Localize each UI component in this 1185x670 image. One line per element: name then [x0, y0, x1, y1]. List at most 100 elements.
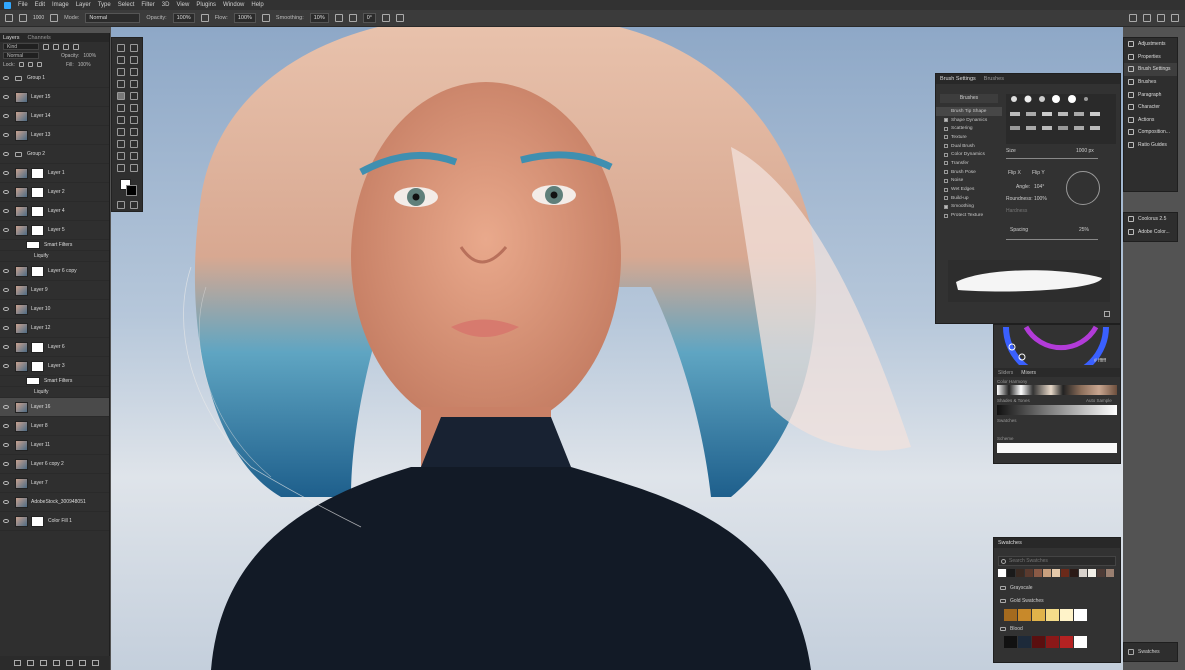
color-harmony-strip[interactable]: [997, 385, 1117, 395]
size-slider[interactable]: [1006, 158, 1098, 159]
eraser-tool-icon[interactable]: [130, 104, 138, 112]
visibility-eye-icon[interactable]: [3, 171, 9, 175]
layer-row[interactable]: Layer 15: [0, 88, 109, 107]
filter-type-icon[interactable]: [63, 43, 69, 50]
history-brush-tool-icon[interactable]: [117, 104, 125, 112]
layer-row[interactable]: Layer 14: [0, 107, 109, 126]
layer-row[interactable]: Layer 6 copy 2: [0, 455, 109, 474]
hex-value[interactable]: # ffffff: [1094, 358, 1106, 364]
search-icon[interactable]: [1143, 14, 1151, 22]
brush-setting-option[interactable]: Transfer: [936, 159, 1002, 168]
adjustment-layer-icon[interactable]: [53, 660, 60, 666]
lasso-tool-icon[interactable]: [117, 56, 125, 64]
checkbox[interactable]: [944, 204, 948, 209]
visibility-eye-icon[interactable]: [3, 424, 9, 428]
zoom-tool-icon[interactable]: [117, 164, 125, 172]
stamp-tool-icon[interactable]: [130, 92, 138, 100]
checkbox[interactable]: [944, 144, 948, 149]
checkbox[interactable]: [944, 161, 948, 166]
size-value[interactable]: 1000 px: [1076, 148, 1094, 154]
brush-setting-option[interactable]: Protect Texture: [936, 211, 1002, 220]
color-swatch[interactable]: [1079, 569, 1087, 577]
visibility-eye-icon[interactable]: [3, 405, 9, 409]
shape-tool-icon[interactable]: [117, 152, 125, 160]
eyedropper-tool-icon[interactable]: [117, 80, 125, 88]
trash-icon[interactable]: [92, 660, 99, 666]
color-swatch[interactable]: [1097, 569, 1105, 577]
visibility-eye-icon[interactable]: [3, 152, 9, 156]
checkbox[interactable]: [944, 152, 948, 157]
mode-select[interactable]: Normal: [85, 13, 141, 23]
color-swatch[interactable]: [1046, 609, 1059, 621]
layer-row[interactable]: Layer 9: [0, 281, 109, 300]
checkbox[interactable]: [944, 126, 948, 131]
menu-filter[interactable]: Filter: [141, 2, 154, 8]
layer-row[interactable]: Liquify: [0, 251, 109, 262]
kind-filter-select[interactable]: Kind: [3, 43, 39, 50]
type-tool-icon[interactable]: [117, 140, 125, 148]
color-swatch[interactable]: [1074, 636, 1087, 648]
layer-group-row[interactable]: Group 1: [0, 69, 109, 88]
visibility-eye-icon[interactable]: [3, 95, 9, 99]
layer-row[interactable]: Layer 3: [0, 357, 109, 376]
gold-group[interactable]: Gold Swatches: [1000, 598, 1044, 604]
brush-setting-option[interactable]: Brush Tip Shape: [936, 107, 1002, 116]
layer-row[interactable]: Layer 6: [0, 338, 109, 357]
menu-type[interactable]: Type: [98, 2, 111, 8]
new-brush-icon[interactable]: [1104, 311, 1110, 317]
visibility-eye-icon[interactable]: [3, 462, 9, 466]
layer-row[interactable]: Layer 7: [0, 474, 109, 493]
dock-item[interactable]: Adobe Color...: [1124, 226, 1177, 239]
smoothing-options-gear-icon[interactable]: [334, 14, 343, 22]
layer-row[interactable]: Smart Filters: [0, 376, 109, 387]
brush-panel-toggle-icon[interactable]: [50, 14, 59, 22]
layer-row[interactable]: Layer 2: [0, 183, 109, 202]
brush-setting-option[interactable]: Scattering: [936, 124, 1002, 133]
layer-row[interactable]: Layer 5: [0, 221, 109, 240]
brush-size-value[interactable]: 1000: [33, 15, 44, 21]
checkbox[interactable]: [944, 135, 948, 140]
color-swatch[interactable]: [1004, 636, 1017, 648]
checkbox[interactable]: [944, 170, 948, 175]
dodge-tool-icon[interactable]: [117, 128, 125, 136]
scheme-strip[interactable]: [997, 443, 1117, 453]
layer-mask-thumbnail[interactable]: [31, 205, 44, 217]
pressure-size-icon[interactable]: [382, 14, 391, 22]
visibility-eye-icon[interactable]: [3, 209, 9, 213]
spacing-slider[interactable]: [1006, 239, 1098, 240]
checkbox[interactable]: [944, 178, 948, 183]
spacing-value[interactable]: 25%: [1079, 227, 1089, 233]
menu-file[interactable]: File: [18, 2, 28, 8]
checkbox[interactable]: [944, 187, 948, 192]
brush-setting-option[interactable]: Shape Dynamics: [936, 116, 1002, 125]
color-swatch[interactable]: [1018, 636, 1031, 648]
color-swatch[interactable]: [1016, 569, 1024, 577]
tab-brush-settings[interactable]: Brush Settings: [940, 76, 976, 82]
layer-row[interactable]: Layer 11: [0, 436, 109, 455]
pen-tool-icon[interactable]: [130, 128, 138, 136]
dock-item[interactable]: Character: [1124, 101, 1177, 114]
checkbox[interactable]: [944, 213, 948, 218]
angle-value[interactable]: 104°: [1034, 184, 1044, 190]
pressure-opacity-icon[interactable]: [200, 14, 209, 22]
layer-row[interactable]: Layer 16: [0, 398, 109, 417]
brush-setting-option[interactable]: Dual Brush: [936, 142, 1002, 151]
layer-mask-thumbnail[interactable]: [31, 341, 44, 353]
color-swatch[interactable]: [1088, 569, 1096, 577]
layer-group-row[interactable]: Group 2: [0, 145, 109, 164]
path-select-tool-icon[interactable]: [130, 140, 138, 148]
brush-tip-grid[interactable]: [1006, 94, 1116, 144]
flow-field[interactable]: 100%: [233, 13, 256, 23]
layer-row[interactable]: Layer 6 copy: [0, 262, 109, 281]
hand-tool-icon[interactable]: [130, 152, 138, 160]
menu-plugins[interactable]: Plugins: [196, 2, 216, 8]
shades-strip[interactable]: [997, 405, 1117, 415]
color-swatch[interactable]: [1052, 569, 1060, 577]
angle-roundness-widget[interactable]: [1066, 171, 1100, 205]
brush-setting-option[interactable]: Texture: [936, 133, 1002, 142]
swatches-dock-item[interactable]: Swatches: [1123, 642, 1178, 662]
filter-adjust-icon[interactable]: [53, 43, 59, 50]
dock-item[interactable]: Paragraph: [1124, 88, 1177, 101]
visibility-eye-icon[interactable]: [3, 114, 9, 118]
tab-layers[interactable]: Layers: [3, 35, 20, 41]
